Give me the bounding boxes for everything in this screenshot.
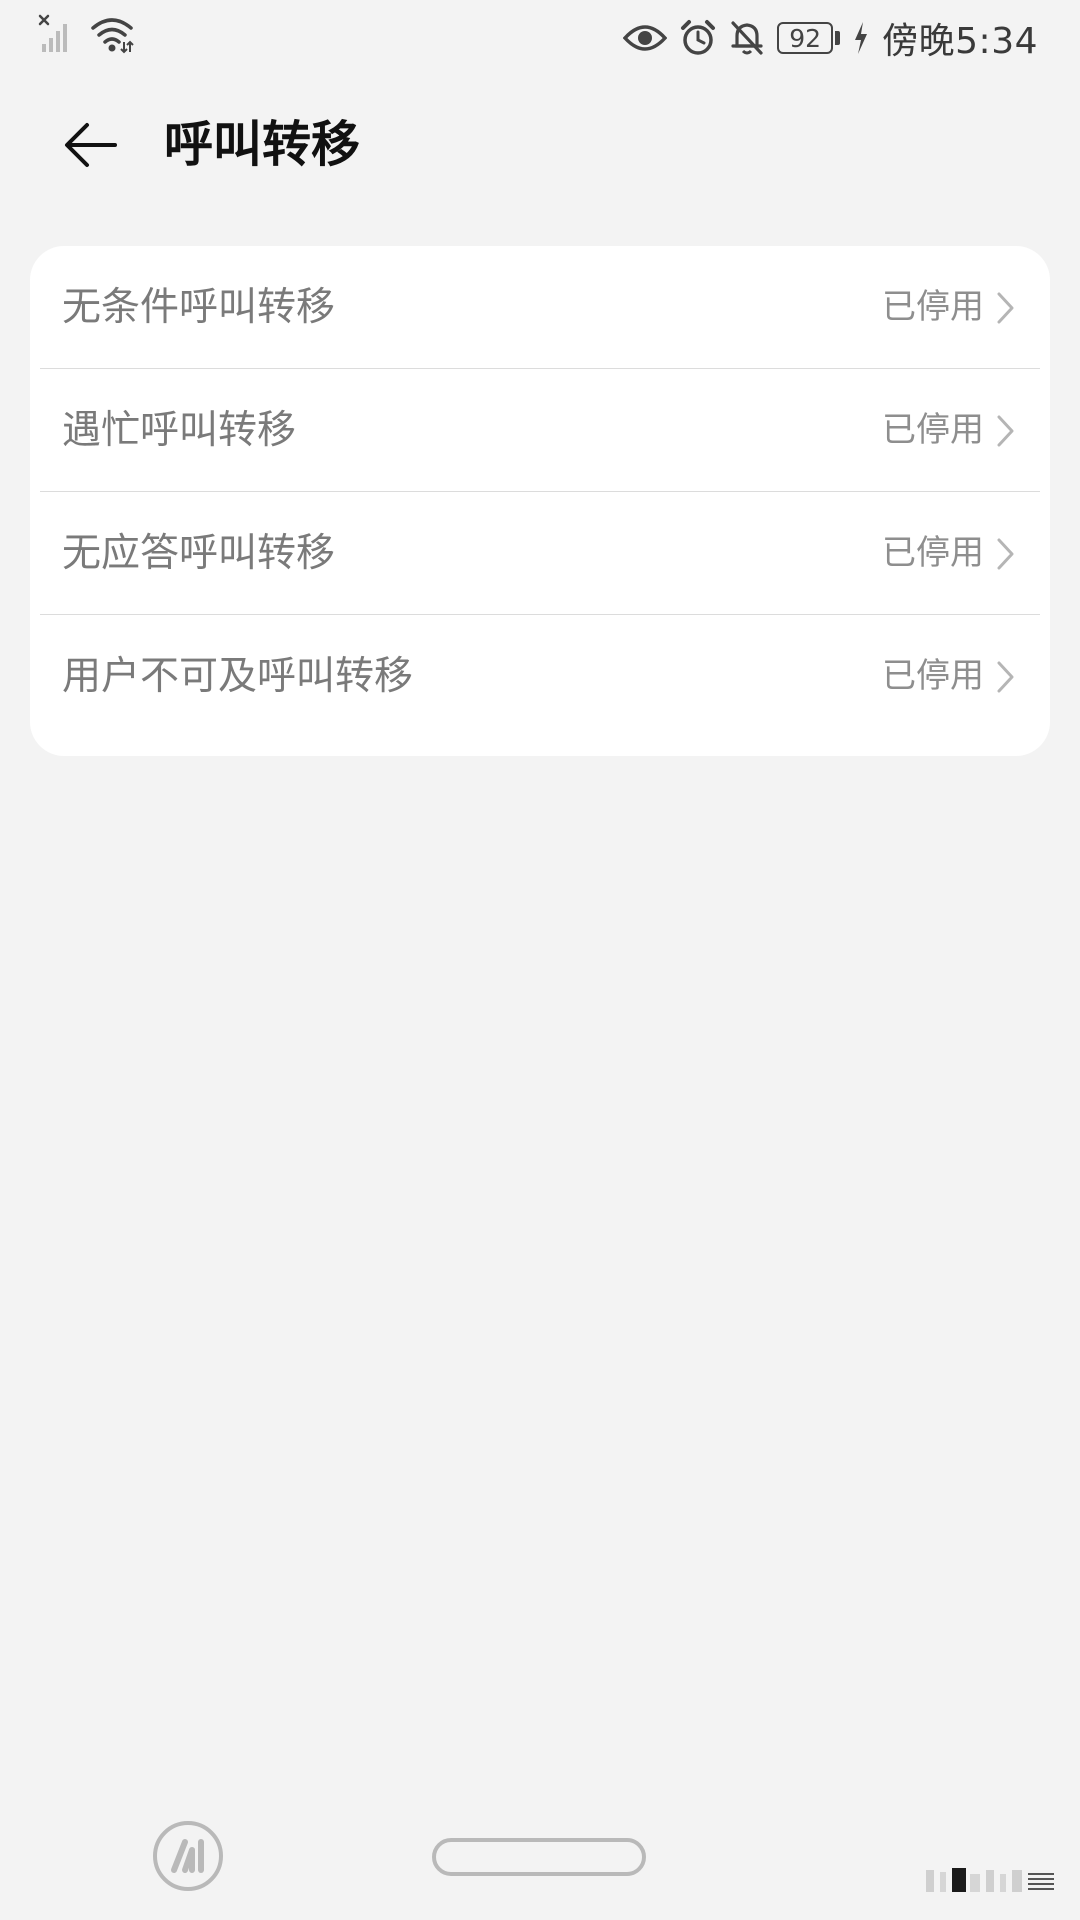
call-forwarding-list: 无条件呼叫转移 已停用 遇忙呼叫转移 已停用 无应答呼叫转移 已停用 用户不可及… — [30, 246, 1050, 756]
floating-assistant-button[interactable] — [152, 1820, 224, 1892]
status-time: 傍晚5:34 — [882, 21, 1038, 62]
setting-status: 已停用 — [882, 656, 984, 696]
signal-icon — [38, 14, 78, 54]
setting-row-no-answer[interactable]: 无应答呼叫转移 已停用 — [40, 492, 1040, 615]
battery-icon: 92 — [777, 22, 841, 54]
chevron-right-icon — [996, 537, 1016, 571]
setting-row-busy[interactable]: 遇忙呼叫转移 已停用 — [40, 369, 1040, 492]
setting-status: 已停用 — [882, 287, 984, 327]
chevron-right-icon — [996, 414, 1016, 448]
home-gesture-bar[interactable] — [432, 1838, 646, 1876]
setting-label: 无条件呼叫转移 — [62, 285, 336, 330]
wifi-icon — [90, 14, 134, 54]
status-bar: 92 傍晚5:34 — [0, 0, 1080, 76]
chevron-right-icon — [996, 291, 1016, 325]
alarm-icon — [679, 19, 717, 57]
setting-row-unreachable[interactable]: 用户不可及呼叫转移 已停用 — [40, 615, 1040, 738]
watermark-icon — [918, 1866, 1056, 1896]
setting-label: 遇忙呼叫转移 — [62, 408, 297, 453]
setting-label: 无应答呼叫转移 — [62, 531, 336, 576]
setting-row-unconditional[interactable]: 无条件呼叫转移 已停用 — [40, 246, 1040, 369]
assistant-logo-icon — [152, 1821, 224, 1896]
setting-status: 已停用 — [882, 410, 984, 450]
eye-icon — [623, 22, 668, 54]
chevron-right-icon — [996, 660, 1016, 694]
arrow-left-icon — [63, 122, 119, 172]
back-button[interactable] — [58, 120, 124, 174]
setting-label: 用户不可及呼叫转移 — [62, 654, 414, 699]
mute-bell-icon — [729, 19, 765, 57]
setting-status: 已停用 — [882, 533, 984, 573]
page-title: 呼叫转移 — [164, 116, 361, 173]
charging-icon — [852, 21, 870, 55]
app-header: 呼叫转移 — [0, 100, 1080, 190]
battery-level: 92 — [777, 22, 834, 54]
